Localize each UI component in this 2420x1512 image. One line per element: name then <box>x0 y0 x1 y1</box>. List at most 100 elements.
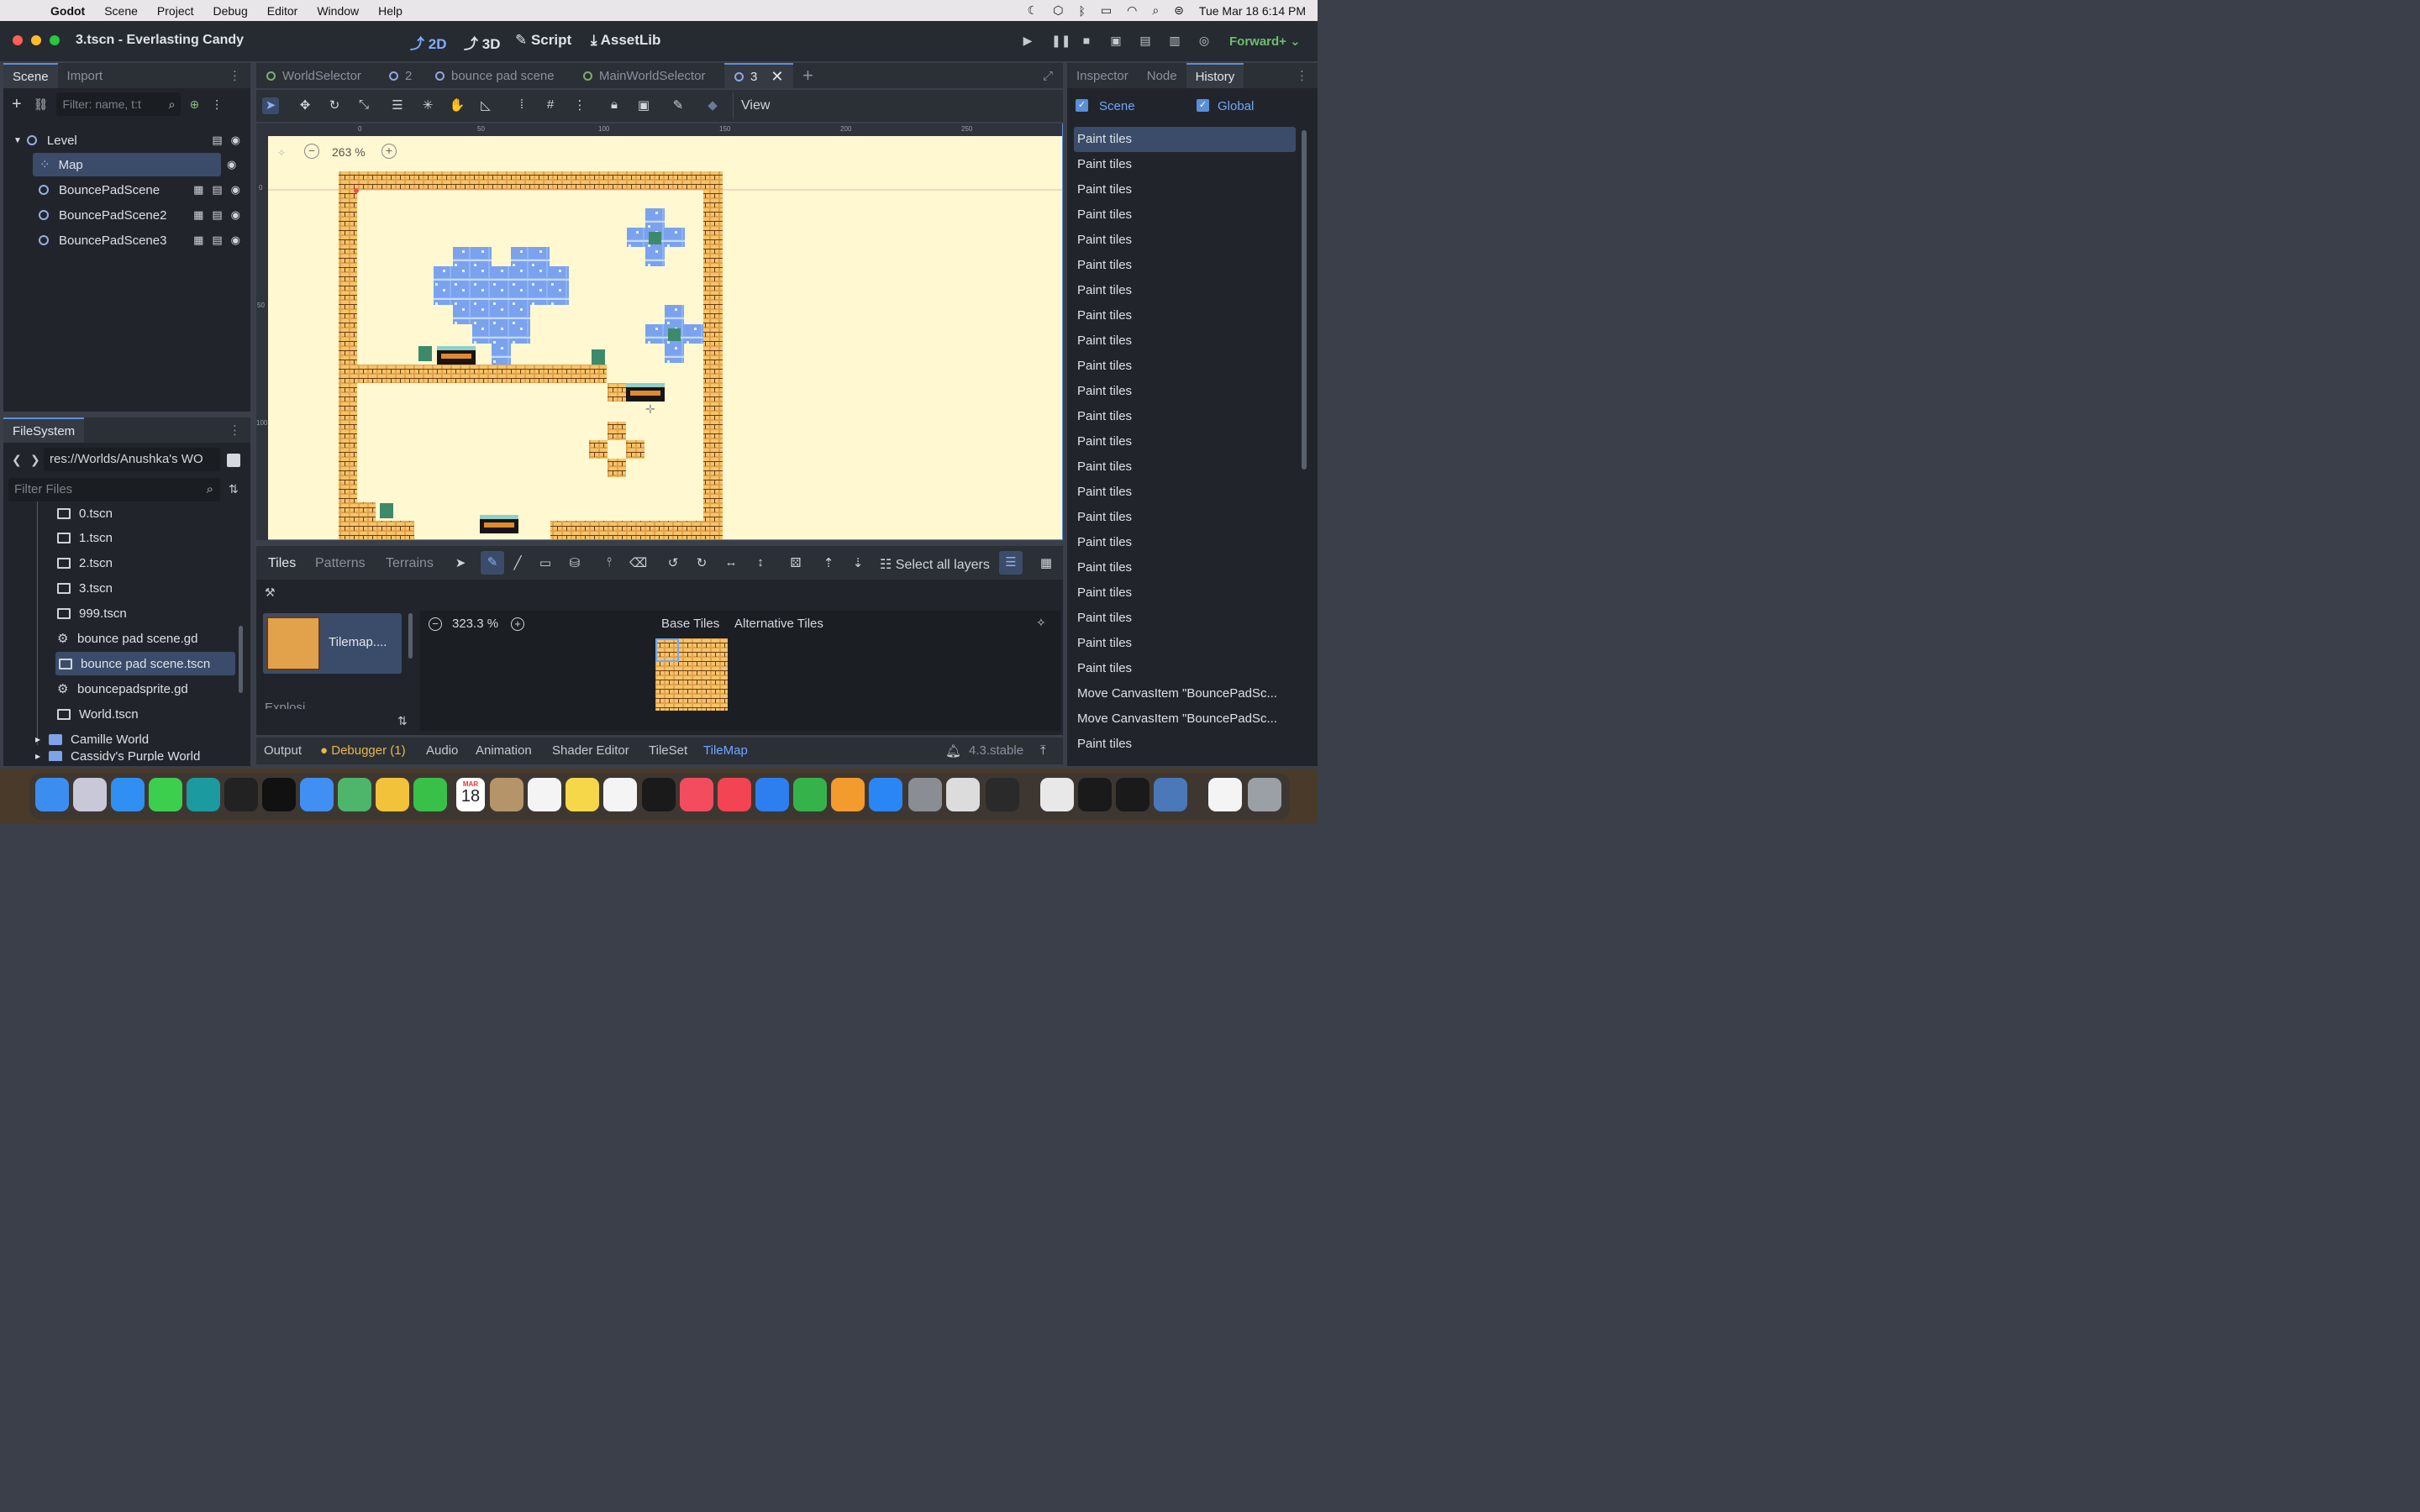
distraction-free-icon[interactable]: ⤢ <box>1043 63 1053 88</box>
random-tile-icon[interactable]: ⚄ <box>787 555 804 572</box>
tab-terrains[interactable]: Terrains <box>386 556 434 571</box>
play-custom-scene-icon[interactable]: ▥ <box>1168 34 1181 47</box>
script-icon[interactable]: ▤ <box>212 234 222 247</box>
layer-down-icon[interactable]: ⇣ <box>850 555 866 572</box>
rotate-left-icon[interactable]: ↺ <box>665 555 681 572</box>
arduino-icon[interactable] <box>187 778 220 811</box>
history-item[interactable]: Paint tiles <box>1077 434 1132 449</box>
center-view-icon[interactable]: ✧ <box>1036 616 1046 630</box>
zoom-level[interactable]: 263 % <box>332 145 366 159</box>
folder-item[interactable]: ▸ Cassidy's Purple World <box>35 751 200 761</box>
tab-worldselector[interactable]: WorldSelector <box>266 63 361 88</box>
scene-instance-icon[interactable]: ▦ <box>193 234 203 247</box>
move-tool-icon[interactable]: ✥ <box>297 97 313 114</box>
expand-panel-icon[interactable]: ⤒ <box>1040 743 1046 758</box>
history-item[interactable]: Paint tiles <box>1077 737 1132 751</box>
tree-node-bouncepadscene[interactable]: BouncePadScene ▦ ▤ ◉ <box>39 178 245 202</box>
tab-node[interactable]: Node <box>1138 63 1186 88</box>
camera-icon[interactable]: ◆ <box>704 97 721 114</box>
paint-tool-icon[interactable]: ✎ <box>481 551 504 575</box>
flip-v-icon[interactable]: ↕ <box>752 555 769 572</box>
minimize-window-button[interactable] <box>31 35 41 45</box>
history-item[interactable]: Paint tiles <box>1077 560 1132 575</box>
history-item[interactable]: Paint tiles <box>1077 636 1132 650</box>
file-item[interactable]: 1.tscn <box>57 526 113 549</box>
dock-menu-icon[interactable]: ⋮ <box>219 417 250 443</box>
ruler-tool-icon[interactable]: ◺ <box>477 97 494 114</box>
line-tool-icon[interactable]: ╱ <box>509 555 526 572</box>
sort-icon[interactable]: ⇅ <box>397 714 408 728</box>
music-icon[interactable] <box>680 778 713 811</box>
chevron-right-icon[interactable]: ▸ <box>35 751 40 761</box>
close-window-button[interactable] <box>13 35 23 45</box>
eraser-tool-icon[interactable]: ⌫ <box>629 555 647 572</box>
file-item[interactable]: ⚙ bounce pad scene.gd <box>57 627 197 650</box>
stop-icon[interactable]: ■ <box>1080 34 1093 47</box>
messages-icon[interactable] <box>149 778 182 811</box>
scene-filter-input[interactable]: Filter: name, t:t ⌕ <box>56 92 182 116</box>
file-item[interactable]: ⚙ bouncepadsprite.gd <box>57 677 188 701</box>
smart-snap-icon[interactable]: ⁞ <box>513 97 530 114</box>
scene-instance-icon[interactable]: ▦ <box>193 208 203 222</box>
history-item[interactable]: Paint tiles <box>1077 535 1132 549</box>
rect-tool-icon[interactable]: ▭ <box>537 555 554 572</box>
history-item[interactable]: Paint tiles <box>1077 485 1132 499</box>
menu-window[interactable]: Window <box>317 4 359 18</box>
mail-icon[interactable] <box>300 778 334 811</box>
global-checkbox[interactable]: ✓ <box>1197 99 1209 112</box>
zoom-out-icon[interactable]: − <box>429 617 442 631</box>
slime-sprite[interactable] <box>380 503 393 518</box>
notes-icon[interactable] <box>566 778 599 811</box>
notification-icon[interactable]: 🔔︎ <box>945 743 961 759</box>
visibility-icon[interactable]: ◉ <box>231 234 240 247</box>
scene-checkbox[interactable]: ✓ <box>1076 99 1088 112</box>
menu-debug[interactable]: Debug <box>213 4 248 18</box>
mode-2d-button[interactable]: ⤴ 2D <box>410 32 446 53</box>
tile-source-item-2[interactable]: Explosi... <box>265 701 399 709</box>
slime-sprite[interactable] <box>418 346 432 361</box>
history-item[interactable]: Paint tiles <box>1077 283 1132 297</box>
tab-bounce-pad-scene[interactable]: bounce pad scene <box>435 63 555 88</box>
calendar-app-icon[interactable]: MAR 18 <box>456 778 485 811</box>
tab-patterns[interactable]: Patterns <box>315 556 366 571</box>
unity-icon[interactable]: ⬡ <box>1053 3 1063 18</box>
grid-toggle-icon[interactable]: ▦ <box>1038 555 1055 572</box>
movie-maker-icon[interactable]: ◎ <box>1197 34 1211 47</box>
history-item[interactable]: Paint tiles <box>1077 233 1132 247</box>
layer-up-icon[interactable]: ⇡ <box>820 555 837 572</box>
history-item[interactable]: Paint tiles <box>1077 585 1132 600</box>
wifi-icon[interactable]: ◠ <box>1127 3 1137 18</box>
center-view-icon[interactable]: ✧ <box>277 147 286 159</box>
file-item[interactable]: 999.tscn <box>57 601 127 625</box>
canvas-viewport[interactable]: ✛ <box>256 123 1063 540</box>
numbers-icon[interactable] <box>793 778 827 811</box>
maximize-window-button[interactable] <box>50 35 60 45</box>
rotate-right-icon[interactable]: ↻ <box>693 555 710 572</box>
tab-animation[interactable]: Animation <box>476 743 532 758</box>
file-item[interactable]: 0.tscn <box>57 501 113 525</box>
history-item[interactable]: Paint tiles <box>1077 510 1132 524</box>
tab-import[interactable]: Import <box>58 63 113 88</box>
view-menu[interactable]: View <box>741 98 770 113</box>
highlight-layer-icon[interactable]: ☰ <box>999 551 1023 575</box>
menu-editor[interactable]: Editor <box>267 4 298 18</box>
news-icon[interactable] <box>718 778 751 811</box>
path-input[interactable]: res://Worlds/Anushka's WO <box>44 448 220 471</box>
tab-output[interactable]: Output <box>264 743 302 758</box>
add-node-icon[interactable]: + <box>12 95 22 114</box>
bounce-pad-3[interactable] <box>480 515 518 533</box>
zoom-in-icon[interactable]: + <box>381 144 397 159</box>
group-icon[interactable]: ▣ <box>635 97 652 114</box>
mode-assetlib-button[interactable]: ⤓ AssetLib <box>591 32 660 49</box>
mode-3d-button[interactable]: ⤴ 3D <box>464 32 500 53</box>
link-icon[interactable]: ⛓ <box>34 97 49 112</box>
add-tab-icon[interactable]: + <box>802 63 813 88</box>
play-scene-icon[interactable]: ▤ <box>1139 34 1152 47</box>
bone-icon[interactable]: ✎ <box>670 97 687 114</box>
visibility-icon[interactable]: ◉ <box>231 208 240 222</box>
tilemap-canvas[interactable]: ✛ <box>257 124 1063 540</box>
visibility-icon[interactable]: ◉ <box>231 134 240 147</box>
keynote-icon[interactable] <box>755 778 789 811</box>
document-icon[interactable] <box>1208 778 1242 811</box>
rotate-tool-icon[interactable]: ↻ <box>326 97 343 114</box>
